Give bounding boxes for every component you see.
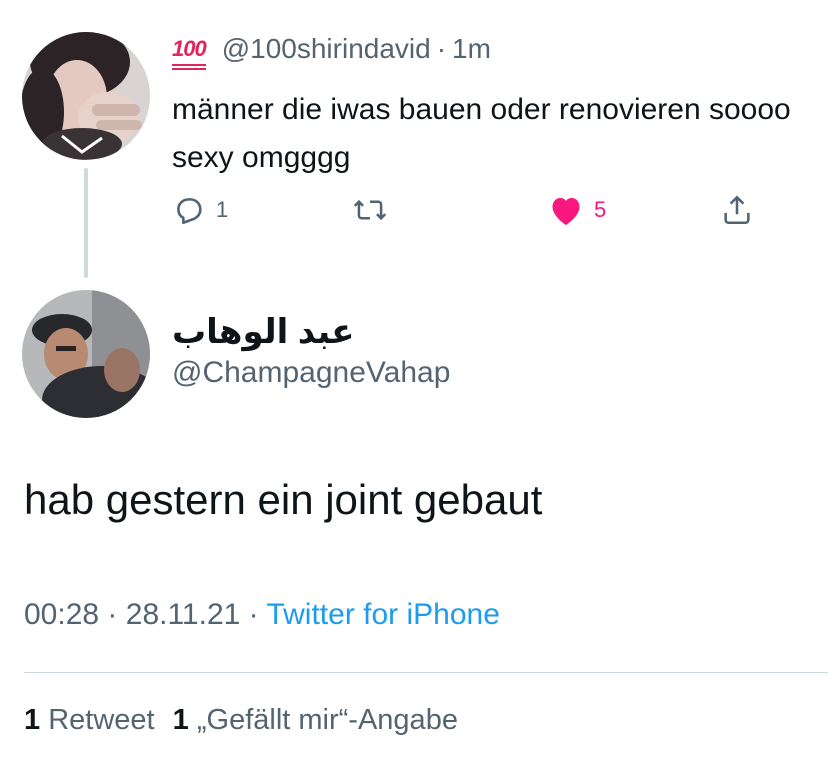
tweet-date[interactable]: 28.11.21 [126,598,241,631]
heart-icon [548,193,584,227]
parent-avatar[interactable] [22,32,150,160]
reply-avatar[interactable] [22,290,150,418]
parent-handle[interactable]: @100shirindavid [222,33,431,65]
tweet-source-link[interactable]: Twitter for iPhone [266,598,499,631]
likes-stat[interactable]: 1 „Gefällt mir“-Angabe [173,704,458,736]
likes-label: „Gefällt mir“-Angabe [196,704,458,736]
hundred-points-emoji: 100 [172,36,207,66]
tweet-metadata: 00:28 · 28.11.21 · Twitter for iPhone [24,598,500,632]
tweet-stats: 1 Retweet 1 „Gefällt mir“-Angabe [24,704,458,737]
meta-separator: · [248,598,259,631]
reply-tweet-text: hab gestern ein joint gebaut [24,476,543,523]
share-icon [720,193,754,227]
parent-timestamp[interactable]: 1m [452,33,491,65]
share-button[interactable] [720,190,754,230]
parent-tweet-text: männer die iwas bauen oder renovieren so… [172,93,791,174]
retweets-stat[interactable]: 1 Retweet [24,704,155,736]
like-button[interactable]: 5 [548,190,606,230]
thread-connector-line [84,168,88,278]
reply-button[interactable]: 1 [172,190,228,230]
parent-tweet-actions: 1 5 [172,190,772,230]
reply-handle[interactable]: @ChampagneVahap [172,356,450,390]
divider [24,672,828,673]
tweet-time[interactable]: 00:28 [24,598,99,631]
retweets-count: 1 [24,704,41,736]
reply-icon [172,193,206,227]
retweet-icon [352,193,388,227]
likes-count: 1 [172,704,189,736]
retweets-label: Retweet [48,704,155,736]
meta-separator: · [107,598,118,631]
retweet-button[interactable] [352,190,398,230]
header-separator: · [436,33,447,64]
parent-tweet-header: 100 @100shirindavid · 1m [172,30,491,68]
reply-count: 1 [216,197,229,222]
like-count: 5 [594,197,607,222]
reply-display-name[interactable]: عبد الوهاب [172,312,354,352]
